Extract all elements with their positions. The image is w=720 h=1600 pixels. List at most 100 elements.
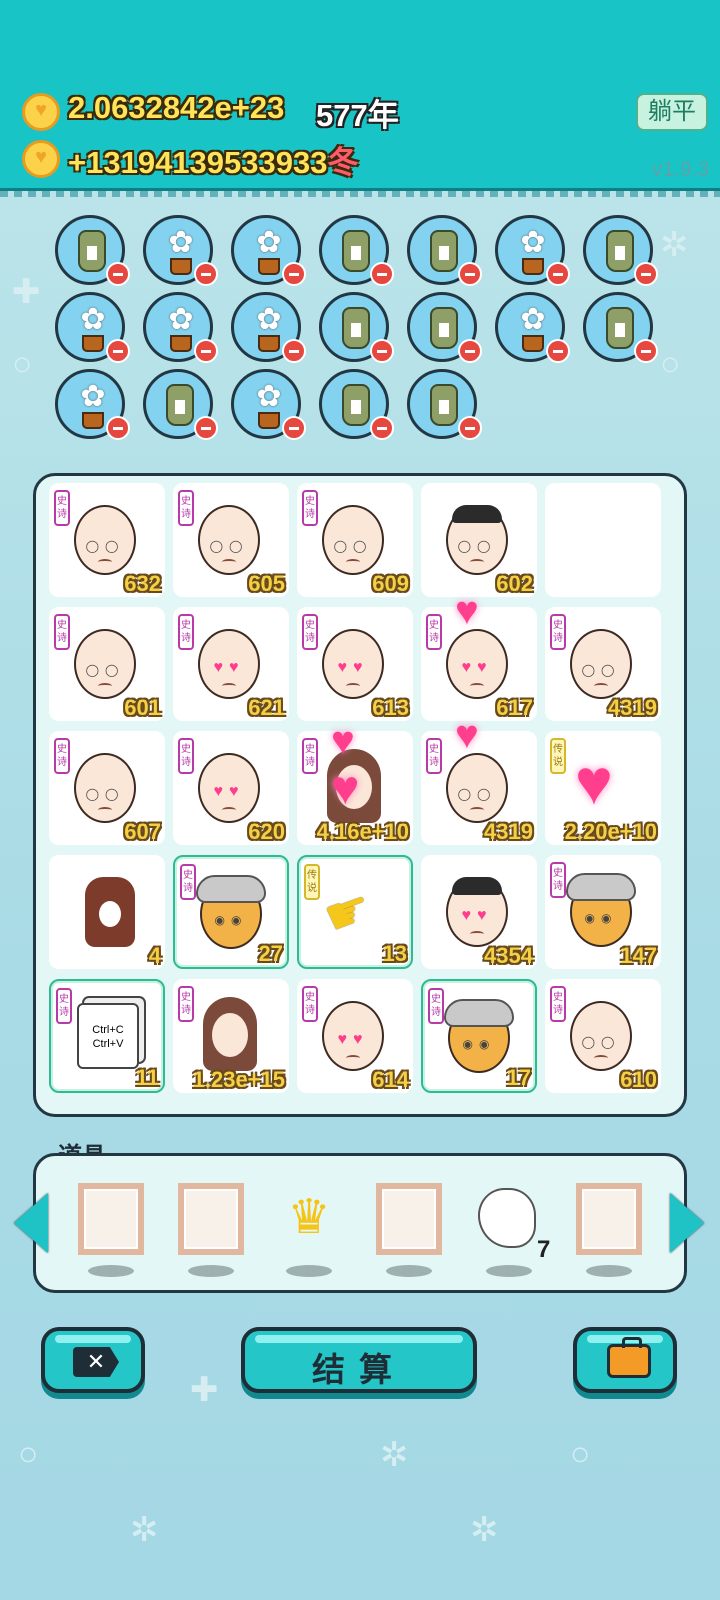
- arrow-left-icon[interactable]: [14, 1193, 48, 1253]
- empty-slot[interactable]: [576, 1183, 642, 1255]
- remove-icon[interactable]: [458, 339, 482, 363]
- flower-pot-item[interactable]: ✿: [143, 215, 218, 286]
- remove-icon[interactable]: [282, 339, 306, 363]
- empty-slot[interactable]: [376, 1183, 442, 1255]
- money-bag-item[interactable]: [583, 292, 658, 363]
- board-cell[interactable]: ♥♥ 史诗 621: [173, 607, 289, 721]
- remove-icon[interactable]: [282, 262, 306, 286]
- empty-slot[interactable]: [78, 1183, 144, 1255]
- chick-icon: ◉◉: [566, 873, 636, 947]
- board-cell[interactable]: ◉◉ 史诗 147: [545, 855, 661, 969]
- board-cell[interactable]: ◉◉ 史诗 27: [173, 855, 289, 969]
- version-label: v1.9.3: [652, 158, 710, 181]
- income-value: +13194139533933: [68, 145, 328, 180]
- board-cell[interactable]: ♥ 传说 2.20e+10: [545, 731, 661, 845]
- remove-icon[interactable]: [458, 262, 482, 286]
- cell-value: 11: [135, 1065, 159, 1090]
- board-cell[interactable]: ◯◯ 602: [421, 483, 537, 597]
- cell-value: 17: [506, 1065, 531, 1090]
- mouth-icon: [346, 1055, 360, 1061]
- money-bag-icon: [166, 384, 194, 426]
- coin-icon: [22, 140, 60, 178]
- mouth-icon: [222, 807, 236, 813]
- remove-icon[interactable]: [106, 339, 130, 363]
- remove-icon[interactable]: [106, 416, 130, 440]
- board-cell[interactable]: ◉◉ 史诗 17: [421, 979, 537, 1093]
- money-bag-item[interactable]: [583, 215, 658, 286]
- flower-pot-item[interactable]: ✿: [231, 215, 306, 286]
- flower-pot-item[interactable]: ✿: [55, 369, 130, 440]
- arrow-right-icon[interactable]: [670, 1193, 704, 1253]
- board-cell[interactable]: ☛ 传说 13: [297, 855, 413, 969]
- bag-button[interactable]: [573, 1327, 677, 1393]
- remove-icon[interactable]: [194, 339, 218, 363]
- money-bag-item[interactable]: [407, 292, 482, 363]
- board-cell[interactable]: ◯◯ 史诗 4319: [545, 607, 661, 721]
- board-cell[interactable]: [545, 483, 661, 597]
- flower-icon: ✿: [80, 303, 106, 336]
- money-bag-item[interactable]: [319, 369, 394, 440]
- coin-icon: [22, 93, 60, 131]
- cell-value: 607: [124, 819, 161, 844]
- flower-pot-item[interactable]: ✿: [231, 292, 306, 363]
- remove-icon[interactable]: [546, 339, 570, 363]
- board-cell[interactable]: ◯◯ 史诗 632: [49, 483, 165, 597]
- cell-value: 632: [124, 571, 161, 596]
- bird-count: 7: [537, 1236, 551, 1263]
- remove-icon[interactable]: [634, 262, 658, 286]
- mouth-icon: [470, 931, 484, 937]
- money-bag-item[interactable]: [407, 215, 482, 286]
- flower-icon: ✿: [80, 380, 106, 413]
- remove-icon[interactable]: [634, 339, 658, 363]
- money-bag-item[interactable]: [55, 215, 130, 286]
- settle-button[interactable]: 结算: [241, 1327, 477, 1393]
- money-bag-item[interactable]: [407, 369, 482, 440]
- board-cell[interactable]: 4: [49, 855, 165, 969]
- eyes-icon: ◯◯: [85, 663, 125, 677]
- remove-icon[interactable]: [106, 262, 130, 286]
- board-cell[interactable]: ♥ ♥ 史诗 4.16e+10: [297, 719, 413, 845]
- board-cell[interactable]: ◯◯ 史诗 601: [49, 607, 165, 721]
- board-cell[interactable]: ♥♥ 史诗 614: [297, 979, 413, 1093]
- board-cell[interactable]: ◯◯ 史诗 607: [49, 731, 165, 845]
- pot-icon: [258, 258, 280, 275]
- remove-icon[interactable]: [282, 416, 306, 440]
- rarity-badge: 史诗: [54, 738, 70, 774]
- flower-pot-item[interactable]: ✿: [231, 369, 306, 440]
- close-button[interactable]: ✕: [41, 1327, 145, 1393]
- remove-icon[interactable]: [370, 339, 394, 363]
- flower-pot-item[interactable]: ✿: [495, 215, 570, 286]
- remove-icon[interactable]: [194, 416, 218, 440]
- years-count: 577年: [316, 98, 399, 133]
- flower-pot-item[interactable]: ✿: [495, 292, 570, 363]
- board-cell[interactable]: ◯◯ ♥ 史诗 4319: [421, 713, 537, 845]
- slot-shadow: [286, 1265, 332, 1277]
- flower-icon: ✿: [520, 226, 546, 259]
- remove-icon[interactable]: [546, 262, 570, 286]
- crown-icon[interactable]: ♛: [276, 1194, 342, 1242]
- board-cell[interactable]: ♥♥ 史诗 613: [297, 607, 413, 721]
- board-cell[interactable]: Ctrl+C Ctrl+V 史诗 11: [49, 979, 165, 1093]
- flower-pot-item[interactable]: ✿: [143, 292, 218, 363]
- money-bag-item[interactable]: [319, 292, 394, 363]
- empty-slot[interactable]: [178, 1183, 244, 1255]
- remove-icon[interactable]: [370, 262, 394, 286]
- money-bag-item[interactable]: [143, 369, 218, 440]
- rarity-badge: 传说: [550, 738, 566, 774]
- board-cell[interactable]: ◯◯ 史诗 605: [173, 483, 289, 597]
- board-cell[interactable]: ♥♥ 4354: [421, 855, 537, 969]
- money-bag-icon: [430, 307, 458, 349]
- money-bag-item[interactable]: [319, 215, 394, 286]
- flower-pot-item[interactable]: ✿: [55, 292, 130, 363]
- board-cell[interactable]: ♥♥ 史诗 620: [173, 731, 289, 845]
- board-cell[interactable]: ♥♥ ♥ 史诗 617: [421, 589, 537, 721]
- heart-icon: ♥: [455, 713, 479, 757]
- board-cell[interactable]: 史诗 1.23e+15: [173, 979, 289, 1093]
- board-cell[interactable]: ◯◯ 史诗 609: [297, 483, 413, 597]
- board-cell[interactable]: ◯◯ 史诗 610: [545, 979, 661, 1093]
- remove-icon[interactable]: [370, 416, 394, 440]
- tangping-button[interactable]: 躺平: [636, 93, 708, 131]
- remove-icon[interactable]: [458, 416, 482, 440]
- mouth-icon: [346, 559, 360, 565]
- remove-icon[interactable]: [194, 262, 218, 286]
